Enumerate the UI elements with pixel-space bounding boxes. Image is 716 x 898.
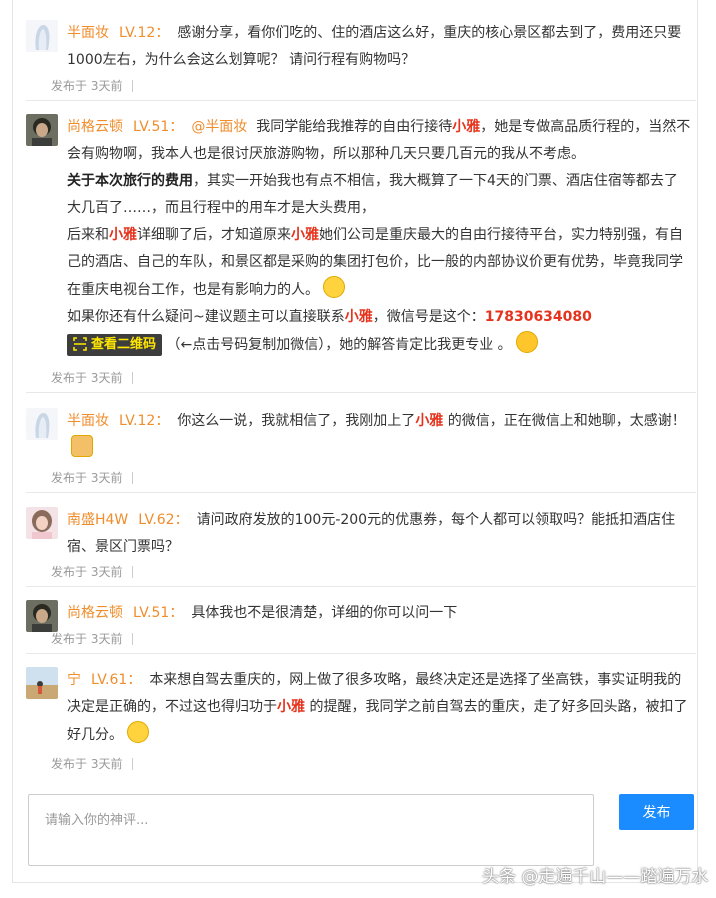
comment-text: 我同学能给我推荐的自由行接待: [256, 119, 453, 135]
comment-time: 发布于 3天前: [51, 77, 134, 94]
divider: [26, 100, 696, 101]
cool-emoji-icon: [515, 331, 538, 353]
user-level: LV.61: [91, 672, 128, 688]
colon: ：: [127, 672, 142, 688]
username[interactable]: 南盛H4W: [67, 512, 128, 528]
user-level: LV.12: [119, 25, 156, 41]
user-level: LV.62: [138, 512, 175, 528]
time-text: 发布于 3天前: [51, 757, 123, 771]
time-text: 发布于 3天前: [51, 471, 123, 485]
divider: [26, 392, 696, 393]
time-text: 发布于 3天前: [51, 632, 123, 646]
comment-input[interactable]: [28, 794, 594, 866]
mention-link[interactable]: @半面妆: [191, 119, 247, 135]
comment-time: 发布于 3天前: [51, 369, 134, 386]
comment-text: 如果你还有什么疑问~建议题主可以直接联系: [67, 309, 345, 325]
divider: [26, 653, 696, 654]
time-text: 发布于 3天前: [51, 565, 123, 579]
qr-label: 查看二维码: [91, 337, 157, 352]
highlight-name: 小雅: [109, 227, 137, 243]
thinking-emoji-icon: [127, 721, 149, 743]
username[interactable]: 宁: [67, 672, 81, 688]
view-qr-code-button[interactable]: 查看二维码: [67, 334, 163, 356]
avatar[interactable]: [26, 20, 58, 52]
avatar[interactable]: [26, 408, 58, 440]
comment-section: 半面妆 LV.12： 感谢分享，看你们吃的、住的酒店这么好，重庆的核心景区都去到了，…: [0, 0, 716, 898]
comment-text: 的微信，正在微信上和她聊，太感谢！: [443, 413, 686, 429]
comment-time: 发布于 3天前: [51, 469, 134, 486]
username[interactable]: 半面妆: [67, 413, 109, 429]
username[interactable]: 尚格云顿: [67, 605, 123, 621]
clap-emoji-icon: [71, 435, 93, 457]
comment-text: 具体我也不是很清楚，详细的你可以问一下: [191, 605, 458, 621]
username[interactable]: 半面妆: [67, 25, 109, 41]
comment-time: 发布于 3天前: [51, 563, 134, 580]
avatar[interactable]: [26, 114, 58, 146]
username[interactable]: 尚格云顿: [67, 119, 123, 135]
user-level: LV.51: [133, 605, 170, 621]
phone-number[interactable]: 17830634080: [485, 309, 592, 325]
comment-text: （←点击号码复制加微信），她的解答肯定比我更专业 。: [166, 337, 512, 353]
colon: ：: [169, 119, 184, 135]
highlight-name: 小雅: [344, 309, 373, 325]
colon: ：: [155, 413, 170, 429]
comment-time: 发布于 3天前: [51, 630, 134, 647]
comment-text: ，微信号是这个：: [372, 309, 485, 325]
colon: ：: [169, 605, 184, 621]
qr-scan-icon: [73, 337, 87, 351]
colon: ：: [155, 25, 170, 41]
highlight-name: 小雅: [277, 699, 305, 715]
avatar[interactable]: [26, 600, 58, 632]
highlight-name: 小雅: [452, 119, 481, 135]
watermark: 头条 @走遍千山——踏遍万水: [482, 867, 709, 887]
user-level: LV.51: [133, 119, 170, 135]
avatar[interactable]: [26, 507, 58, 539]
user-level: LV.12: [119, 413, 156, 429]
comment-text: 详细聊了后，才知道原来: [137, 227, 291, 243]
avatar[interactable]: [26, 667, 58, 699]
time-text: 发布于 3天前: [51, 79, 123, 93]
bold-text: 关于本次旅行的费用: [67, 173, 193, 189]
colon: ：: [174, 512, 189, 528]
highlight-name: 小雅: [291, 227, 319, 243]
comment-text: 你这么一说，我就相信了，我刚加上了: [177, 413, 416, 429]
grin-emoji-icon: [323, 276, 345, 298]
time-text: 发布于 3天前: [51, 371, 123, 385]
comment-time: 发布于 3天前: [51, 755, 134, 772]
divider: [26, 492, 696, 493]
divider: [26, 586, 696, 587]
publish-button[interactable]: 发布: [619, 794, 694, 830]
comment-text: 后来和: [67, 227, 109, 243]
highlight-name: 小雅: [415, 413, 444, 429]
